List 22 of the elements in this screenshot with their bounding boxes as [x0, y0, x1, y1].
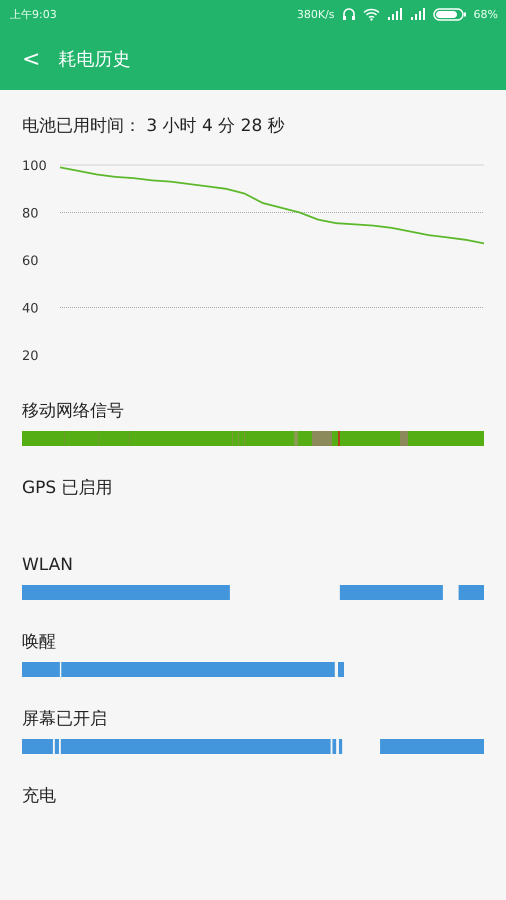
timeline-label: 唤醒: [22, 631, 57, 654]
timeline-label: WLAN: [22, 554, 74, 577]
timeline-label: 屏幕已开启: [22, 708, 108, 731]
battery-icon: [432, 8, 467, 20]
wifi-icon: [362, 8, 380, 20]
timeline-label: 移动网络信号: [22, 400, 125, 423]
signal-icon: [386, 8, 403, 20]
headphones-icon: [342, 7, 356, 21]
page-title: 耗电历史: [58, 48, 130, 71]
axis-label: 20: [22, 349, 39, 364]
usage-time: 电池已用时间： 3 小时 4 分 28 秒: [21, 115, 286, 138]
axis-label: 80: [22, 206, 39, 222]
timeline-label: GPS 已启用: [22, 477, 114, 500]
timeline-label: 充电: [22, 785, 57, 808]
axis-label: 100: [22, 159, 47, 174]
battery-percent: 68%: [474, 8, 498, 20]
axis-label: 60: [22, 254, 39, 269]
axis-label: 40: [22, 302, 39, 316]
back-button[interactable]: <: [18, 46, 44, 72]
status-time: 上午9:03: [10, 6, 57, 22]
network-speed: 380K/s: [296, 8, 335, 20]
signal-icon: [410, 8, 426, 20]
